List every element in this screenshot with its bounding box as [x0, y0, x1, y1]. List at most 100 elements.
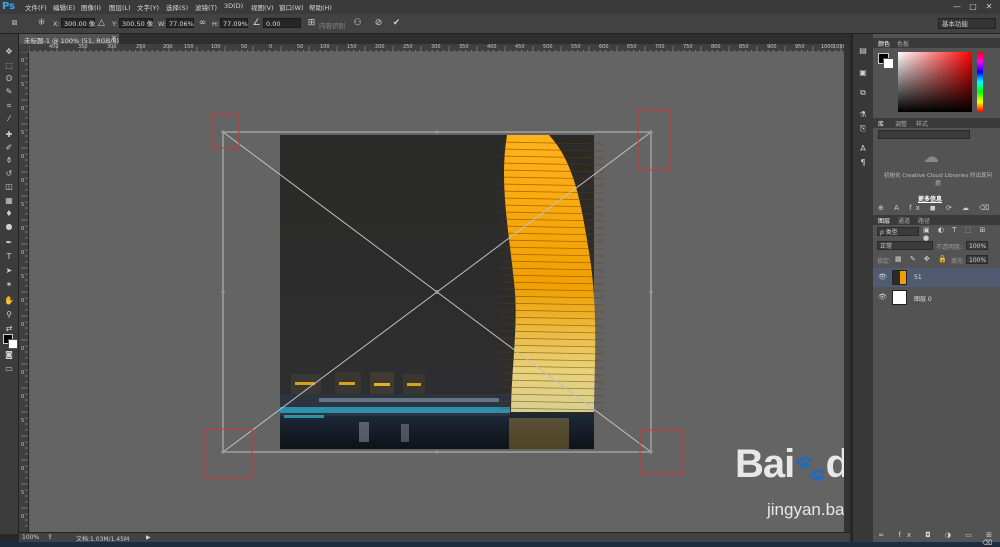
zoom-level[interactable]: 100% — [22, 534, 39, 541]
background-color-swatch[interactable] — [8, 339, 18, 349]
minimize-button[interactable]: — — [950, 1, 964, 12]
history-brush-icon[interactable]: ↺ — [3, 169, 15, 179]
maximize-button[interactable]: □ — [966, 1, 980, 12]
visibility-eye-icon[interactable]: 👁 — [878, 273, 887, 281]
clone-source-icon[interactable]: ⎘ — [857, 124, 869, 134]
reference-point-icon[interactable]: ⁜ — [36, 18, 47, 29]
tab-styles[interactable]: 样式 — [916, 119, 928, 128]
warp-icon[interactable]: ⚇ — [352, 18, 363, 29]
color-spectrum[interactable] — [898, 52, 972, 112]
tab-channels[interactable]: 通道 — [898, 216, 910, 225]
menu-select[interactable]: 选择(S) — [166, 2, 188, 12]
layer-row-layer0[interactable]: 👁 图层 0 — [873, 288, 1000, 307]
opacity-label: 不透明度: — [936, 244, 963, 251]
fill-input[interactable]: 100% — [966, 255, 988, 264]
tab-layers[interactable]: 图层 — [878, 216, 890, 225]
menu-window[interactable]: 窗口(W) — [279, 2, 304, 12]
tab-color[interactable]: 颜色 — [878, 39, 890, 48]
gradient-tool-icon[interactable]: ▦ — [3, 196, 15, 206]
watermark-brand2: du — [825, 442, 844, 486]
hue-slider[interactable] — [977, 52, 983, 112]
brush-panel-icon[interactable]: ⚗ — [857, 110, 869, 120]
visibility-eye-icon[interactable]: 👁 — [878, 293, 887, 301]
layer-name[interactable]: 图层 0 — [914, 294, 932, 303]
brush-tool-icon[interactable]: ✐ — [3, 143, 15, 153]
y-input[interactable]: 300.50 像 — [119, 18, 153, 28]
color-panel-header: 颜色 色板 — [873, 38, 1000, 48]
menu-layer[interactable]: 图层(L) — [109, 2, 131, 12]
document-canvas[interactable]: Bai🐾du经验 jingyan.baidu.com — [29, 52, 844, 532]
tab-libraries[interactable]: 库 — [878, 119, 884, 128]
menu-help[interactable]: 帮助(H) — [309, 2, 332, 12]
blur-tool-icon[interactable]: ♦ — [3, 209, 15, 219]
opacity-input[interactable]: 100% — [966, 241, 988, 250]
menu-3d[interactable]: 3D(D) — [224, 2, 243, 10]
character-panel-icon[interactable]: A — [857, 144, 869, 154]
marquee-tool-icon[interactable]: ⬚ — [3, 61, 15, 71]
interpolation-icon[interactable]: ⊞ — [306, 18, 317, 29]
commit-transform-icon[interactable]: ✔ — [391, 18, 402, 29]
menu-type[interactable]: 文字(Y) — [137, 2, 159, 12]
delta-icon[interactable]: △ — [96, 18, 107, 29]
menu-file[interactable]: 文件(F) — [25, 2, 47, 12]
more-info-link[interactable]: 更多信息 — [918, 194, 942, 203]
pen-tool-icon[interactable]: ✒ — [3, 238, 15, 248]
canvas-artwork[interactable] — [29, 52, 844, 532]
panel-background-swatch[interactable] — [883, 58, 894, 69]
move-tool-icon[interactable]: ✥ — [3, 47, 15, 57]
layer-thumbnail — [892, 270, 907, 285]
menu-edit[interactable]: 编辑(E) — [53, 2, 75, 12]
height-input[interactable]: 77.09% — [220, 18, 248, 28]
link-icon[interactable]: ∞ — [197, 18, 208, 29]
swap-colors-icon[interactable]: ⇄ — [3, 324, 15, 334]
healing-tool-icon[interactable]: ✚ — [3, 130, 15, 140]
actions-panel-icon[interactable]: ⧉ — [857, 88, 869, 98]
layer-filter-select[interactable]: ρ 类型 — [877, 227, 919, 236]
quick-select-tool-icon[interactable]: ✎ — [3, 87, 15, 97]
history-panel-icon[interactable]: ▤ — [857, 46, 869, 56]
eraser-tool-icon[interactable]: ◫ — [3, 182, 15, 192]
library-select[interactable] — [878, 130, 970, 139]
dodge-tool-icon[interactable]: ● — [3, 222, 15, 232]
lock-icons[interactable]: ▦ ✎ ✥ 🔒 — [895, 255, 950, 263]
path-select-tool-icon[interactable]: ➤ — [3, 266, 15, 276]
shape-tool-icon[interactable]: ✶ — [3, 280, 15, 290]
paragraph-panel-icon[interactable]: ¶ — [857, 158, 869, 168]
properties-panel-icon[interactable]: ▣ — [857, 68, 869, 78]
angle-input[interactable]: 0.00 — [263, 18, 301, 28]
hand-tool-icon[interactable]: ✋ — [3, 296, 15, 306]
screen-mode-icon[interactable]: ▭ — [3, 364, 15, 374]
vertical-scrollbar[interactable] — [844, 44, 850, 532]
library-toolbar[interactable]: ⊕ A fx ◼ ⟳ ☁ ⌫ — [878, 204, 996, 213]
crop-tool-icon[interactable]: ⌗ — [3, 101, 15, 111]
ruler-label: 0 — [21, 106, 25, 112]
cancel-transform-icon[interactable]: ⊘ — [373, 18, 384, 29]
quick-mask-icon[interactable]: ◙ — [3, 350, 15, 360]
stamp-tool-icon[interactable]: ⚱ — [3, 156, 15, 166]
blend-mode-select[interactable]: 正常 — [877, 241, 933, 250]
layer-name[interactable]: 51 — [914, 274, 922, 281]
transform-tool-icon[interactable]: ⧈ — [9, 18, 20, 29]
menu-view[interactable]: 视图(V) — [251, 2, 274, 12]
menu-filter[interactable]: 滤镜(T) — [195, 2, 217, 12]
lasso-tool-icon[interactable]: ʘ — [3, 74, 15, 84]
menu-image[interactable]: 图像(I) — [81, 2, 101, 12]
layer-row-51[interactable]: 👁 51 — [873, 268, 1000, 287]
tab-paths[interactable]: 路径 — [918, 216, 930, 225]
night-photo-layer — [280, 135, 605, 449]
share-icon[interactable]: ⇪ — [47, 533, 53, 541]
tab-adjustments[interactable]: 调整 — [895, 119, 907, 128]
zoom-tool-icon[interactable]: ⚲ — [3, 310, 15, 320]
close-window-button[interactable]: ✕ — [982, 1, 996, 12]
status-menu-arrow[interactable]: ▶ — [146, 534, 151, 541]
ruler-label: 150 — [184, 44, 194, 50]
type-tool-icon[interactable]: T — [3, 252, 15, 262]
layer-filter-icons[interactable]: ▣ ◐ T ⬚ ⊞ ● — [923, 226, 1000, 242]
workspace-select[interactable]: 基本功能 — [938, 18, 996, 29]
close-document-button[interactable]: × — [111, 34, 117, 42]
layers-footer-icons[interactable]: ∞ fx ◘ ◑ ▭ ⊞ ⌫ — [876, 531, 998, 547]
x-input[interactable]: 300.00 像 — [61, 18, 95, 28]
tab-swatches[interactable]: 色板 — [897, 39, 909, 48]
eyedropper-tool-icon[interactable]: ⁄ — [3, 114, 15, 124]
width-input[interactable]: 77.06% — [166, 18, 194, 28]
